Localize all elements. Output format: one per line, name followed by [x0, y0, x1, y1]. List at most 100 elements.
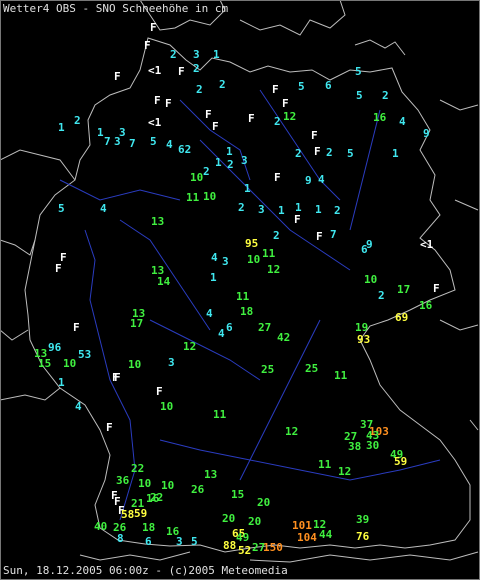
- station-value: 1: [213, 48, 220, 61]
- station-value: 3: [119, 126, 126, 139]
- station-value: 11: [213, 408, 227, 421]
- station-value: 5: [150, 135, 157, 148]
- station-value: 3: [222, 255, 229, 268]
- germany-map: FF2 3 1F <1 F 22F2 5 65F 5 2FFF<1 F 2F12 16 491217 3 F3…: [0, 0, 479, 563]
- station-value: 27: [258, 321, 271, 334]
- station-value: 6: [145, 535, 152, 548]
- station-value: 4: [318, 173, 325, 186]
- station-value: 93: [357, 333, 370, 346]
- map-title: Wetter4 OBS - SNO Schneehöhe in cm: [3, 2, 229, 15]
- station-value: 2: [227, 158, 234, 171]
- station-value: 10: [247, 253, 260, 266]
- station-value: 36: [116, 474, 130, 487]
- station-value: 1: [278, 204, 285, 217]
- station-value: 58: [121, 508, 134, 521]
- station-value: 59: [394, 455, 407, 468]
- station-values: FF2 3 1F <1 F 22F2 5 65F 5 2FFF<1 F 2F12 16 491217 3 F3…: [34, 21, 440, 557]
- station-value: 11: [318, 458, 332, 471]
- station-value: 4: [211, 251, 218, 264]
- station-value: F: [144, 39, 151, 52]
- station-value: 95: [245, 237, 258, 250]
- station-value: 11: [262, 247, 276, 260]
- station-value: 10: [364, 273, 377, 286]
- station-value: 1: [58, 376, 65, 389]
- station-value: 11: [186, 191, 200, 204]
- station-value: 2: [295, 147, 302, 160]
- station-value: 5: [347, 147, 354, 160]
- station-value: 7: [129, 137, 136, 150]
- station-value: F: [165, 97, 172, 110]
- station-value: 1: [97, 126, 104, 139]
- station-value: 9: [305, 174, 312, 187]
- station-value: F: [294, 213, 301, 226]
- station-value: 5: [58, 202, 65, 215]
- station-value: 2: [274, 115, 281, 128]
- station-value: 14: [157, 275, 171, 288]
- station-value: 25: [261, 363, 274, 376]
- station-value: F: [114, 371, 121, 384]
- station-value: 62: [178, 143, 191, 156]
- station-value: 6: [361, 243, 368, 256]
- station-value: F: [205, 108, 212, 121]
- station-value: 96: [48, 341, 62, 354]
- station-value: 2: [219, 78, 226, 91]
- station-value: 3: [241, 154, 248, 167]
- station-value: 1: [295, 201, 302, 214]
- station-value: 13: [151, 215, 164, 228]
- station-value: F: [274, 171, 281, 184]
- station-value: 22: [131, 462, 144, 475]
- station-value: F: [150, 21, 157, 34]
- station-value: 5: [191, 535, 198, 548]
- station-value: 26: [191, 483, 205, 496]
- station-value: 3: [168, 356, 175, 369]
- station-value: 49: [236, 531, 249, 544]
- station-value: 1: [226, 145, 233, 158]
- station-value: 4: [218, 327, 225, 340]
- station-value: 12: [285, 425, 298, 438]
- station-value: 2: [196, 83, 203, 96]
- station-value: 10: [203, 190, 216, 203]
- station-value: 18: [240, 305, 253, 318]
- station-value: 17: [397, 283, 410, 296]
- station-value: 38: [348, 440, 361, 453]
- station-value: 2: [238, 201, 245, 214]
- station-value: 2: [326, 146, 333, 159]
- station-value: 69: [395, 311, 408, 324]
- station-value: 52: [238, 544, 251, 557]
- station-value: F: [106, 421, 113, 434]
- station-value: F: [73, 321, 80, 334]
- station-value: 1: [215, 156, 222, 169]
- station-value: F: [114, 70, 121, 83]
- station-value: 39: [356, 513, 369, 526]
- station-value: 2: [170, 48, 177, 61]
- station-value: 12: [338, 465, 351, 478]
- station-value: 10: [128, 358, 141, 371]
- station-value: 11: [334, 369, 348, 382]
- station-value: 5: [355, 65, 362, 78]
- station-value: 15: [231, 488, 244, 501]
- station-value: 76: [356, 530, 370, 543]
- station-value: F: [55, 262, 62, 275]
- station-value: 2: [203, 165, 210, 178]
- station-value: 2: [193, 62, 200, 75]
- station-value: 3: [176, 535, 183, 548]
- country-borders: [0, 0, 479, 563]
- station-value: F: [282, 97, 289, 110]
- station-value: 1: [58, 121, 65, 134]
- station-value: F: [154, 94, 161, 107]
- station-value: 20: [248, 515, 261, 528]
- station-value: 16: [373, 111, 387, 124]
- station-value: 4: [399, 115, 406, 128]
- station-value: 3: [258, 203, 265, 216]
- station-value: 17: [130, 317, 143, 330]
- station-value: 42: [277, 331, 290, 344]
- station-value: 18: [142, 521, 155, 534]
- station-value: F: [156, 385, 163, 398]
- station-value: 5: [298, 80, 305, 93]
- station-value: 12: [283, 110, 296, 123]
- station-value: F: [178, 65, 185, 78]
- station-value: 2: [382, 89, 389, 102]
- station-value: 1: [244, 182, 251, 195]
- station-value: <1: [420, 238, 434, 251]
- station-value: 9: [423, 127, 430, 140]
